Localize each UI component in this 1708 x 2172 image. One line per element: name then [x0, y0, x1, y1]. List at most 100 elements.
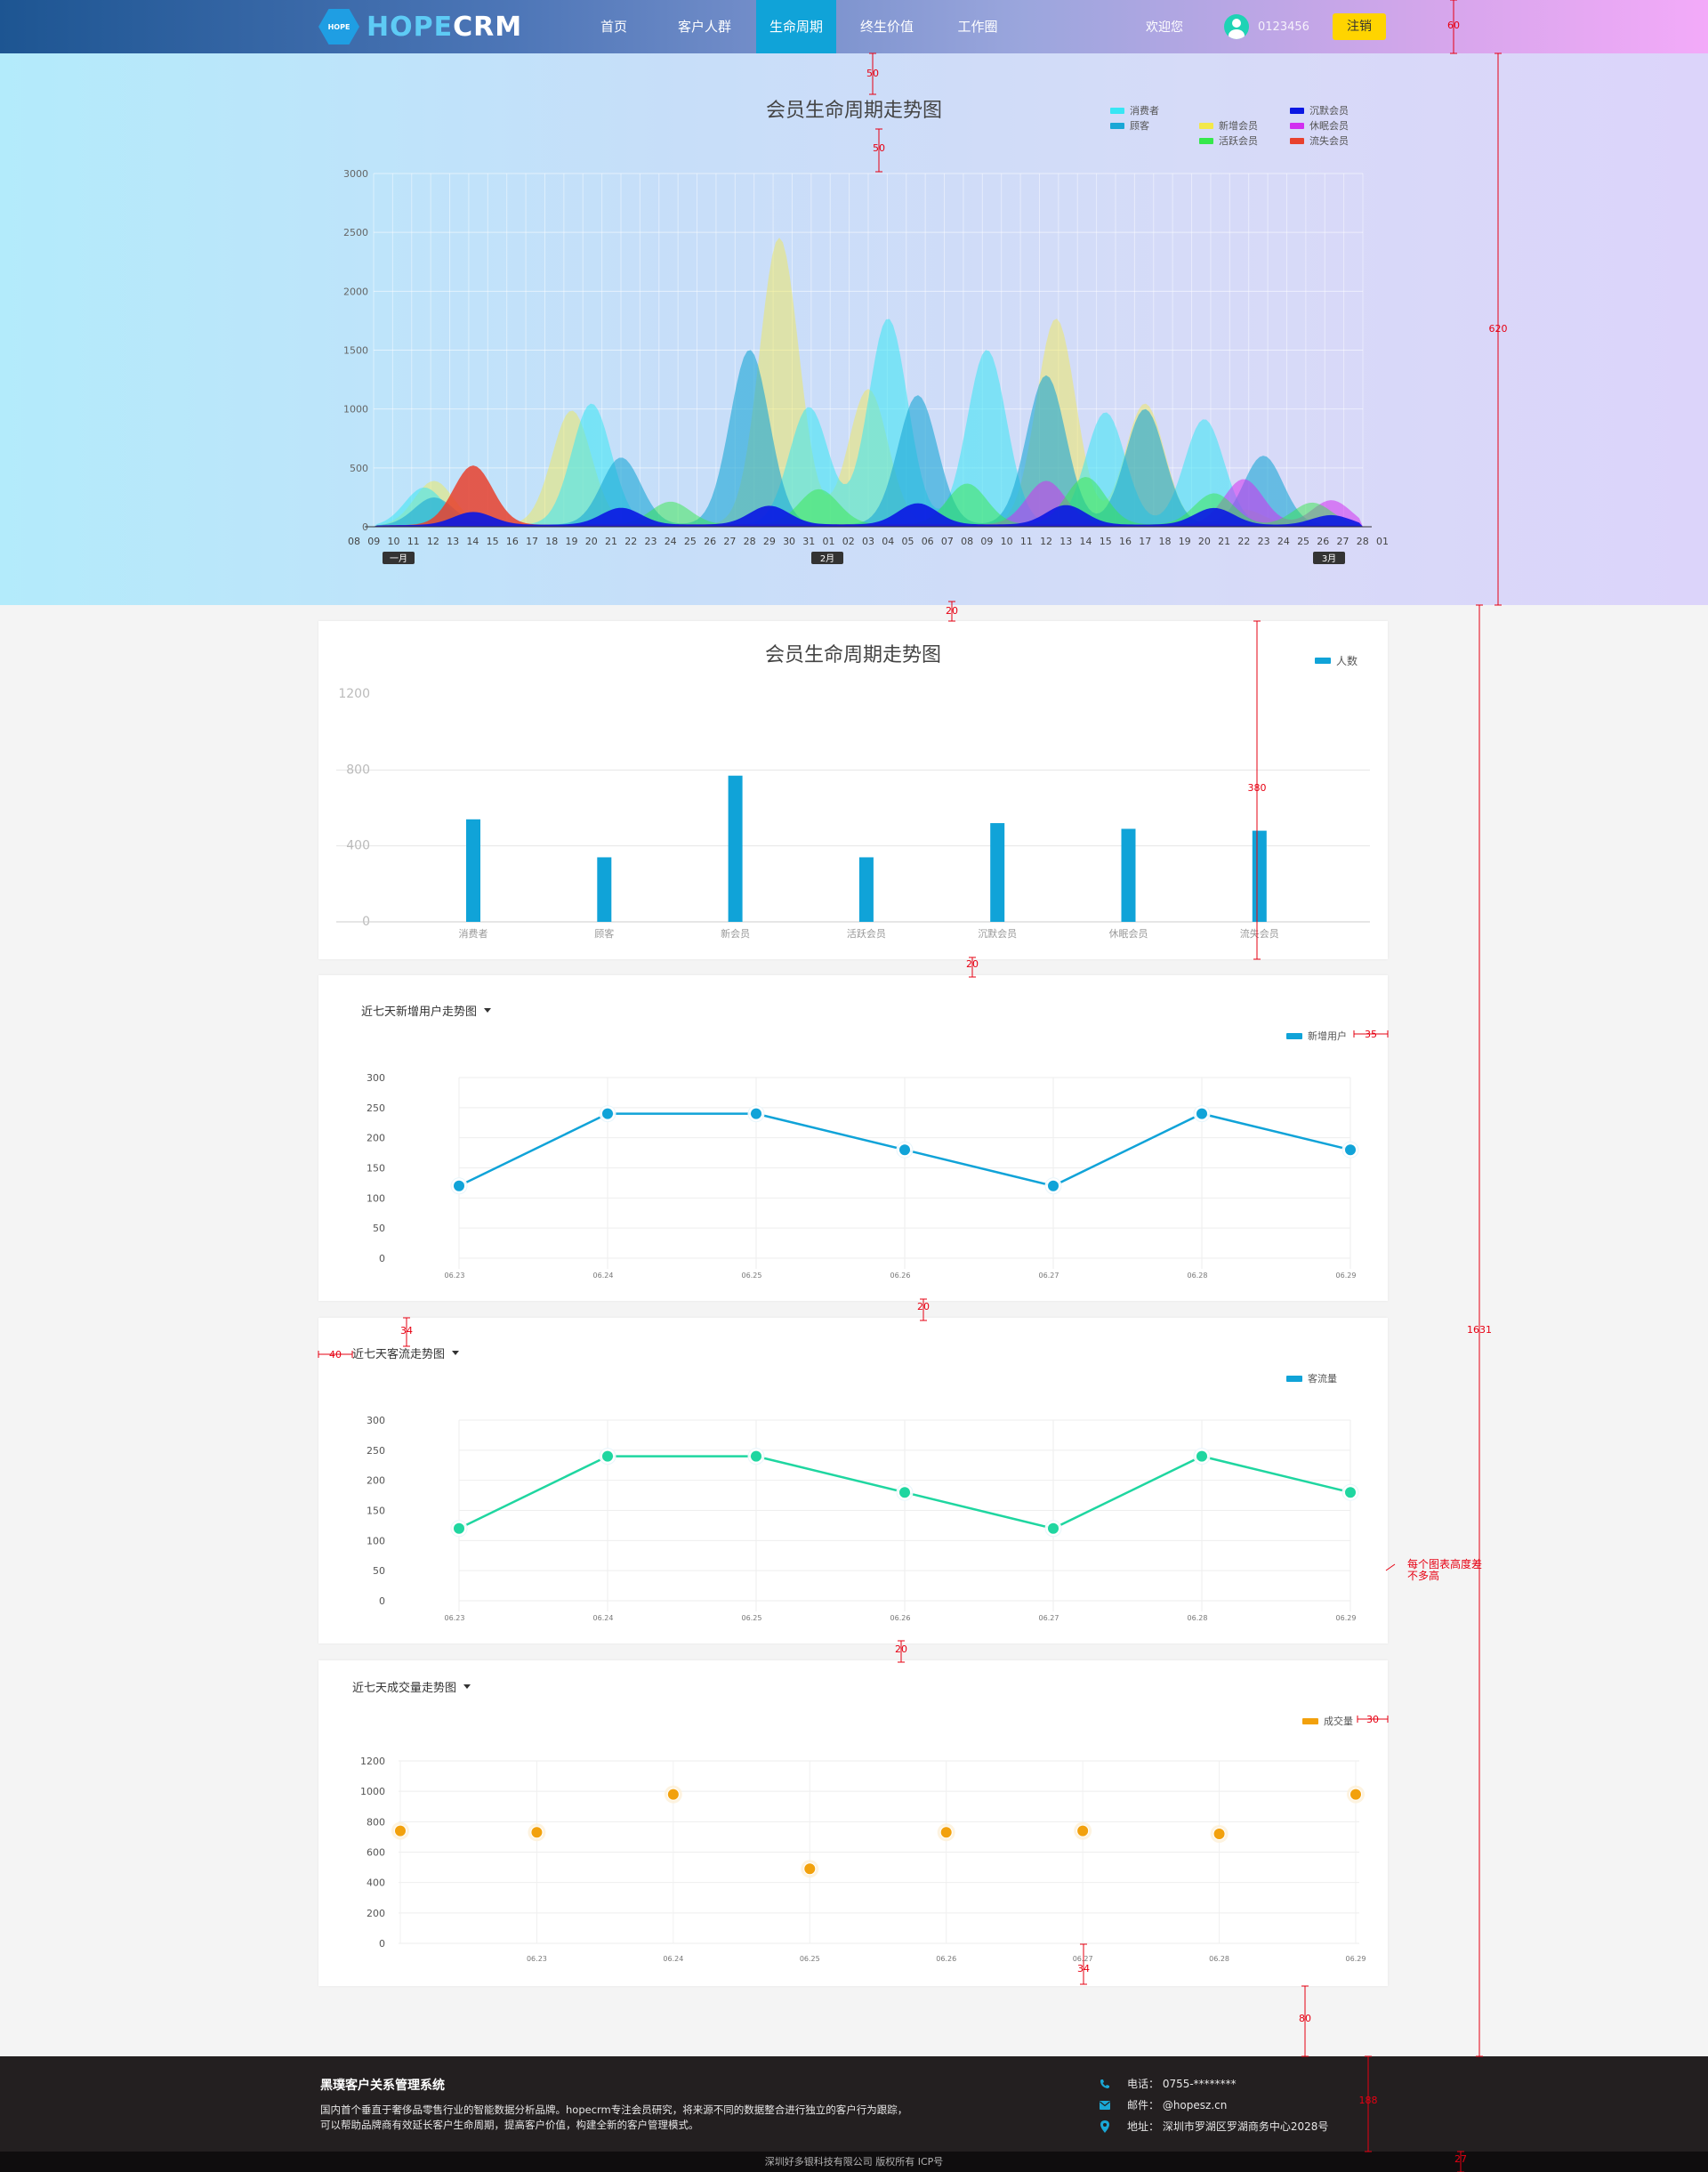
hero-x-tick: 06: [922, 536, 934, 547]
footer-email-text[interactable]: 邮件： @hopesz.cn: [1127, 2097, 1227, 2112]
hero-x-tick: 31: [802, 536, 815, 547]
scatter-y-tick: 400: [367, 1877, 385, 1889]
scatter-x-label: 06.25: [800, 1955, 820, 1963]
hero-x-tick: 22: [1237, 536, 1250, 547]
logo-badge-icon: HOPE: [318, 9, 359, 44]
bar-x-label: 消费者: [459, 927, 488, 940]
dimension-label: 80: [1299, 2013, 1311, 2024]
welcome-text: 欢迎您: [1146, 20, 1183, 35]
nav-home[interactable]: 首页: [575, 0, 653, 53]
hero-x-tick: 24: [1277, 536, 1290, 547]
line-x-label: 06.29: [1336, 1272, 1357, 1280]
hero-x-tick: 16: [506, 536, 519, 547]
hero-x-tick: 25: [684, 536, 697, 547]
hero-month-badge-label: 2月: [820, 553, 834, 564]
dimension-label: 20: [966, 958, 979, 970]
data-point: [602, 1108, 613, 1119]
data-point: [1196, 1108, 1207, 1119]
scatter-x-label: 06.26: [936, 1955, 956, 1963]
copyright-text: 深圳好多银科技有限公司 版权所有 ICP号: [764, 2156, 944, 2168]
hero-x-tick: 08: [348, 536, 360, 547]
footer-phone-text: 电话： 0755-********: [1127, 2078, 1237, 2090]
top-navbar: HOPE HOPECRM 首页 客户人群 生命周期 终生价值 工作圈 欢迎您 0…: [0, 0, 1708, 53]
scatter-point: [1350, 1788, 1361, 1800]
new-users-plot: 300 250 200 150 100 50 0 06.23 06.24 06.25 06.26 06…: [367, 1072, 1359, 1280]
bar-y-tick: 400: [346, 839, 370, 853]
nav-customer-groups[interactable]: 客户人群: [653, 0, 756, 53]
hero-x-tick: 19: [566, 536, 578, 547]
nav-lifecycle[interactable]: 生命周期: [756, 0, 836, 53]
hero-x-tick: 14: [466, 536, 479, 547]
copyright-bar: 深圳好多银科技有限公司 版权所有 ICP号: [0, 2152, 1708, 2172]
data-point: [1048, 1522, 1059, 1534]
data-point: [1048, 1180, 1059, 1191]
line-x-label: 06.28: [1188, 1614, 1208, 1622]
location-pin-icon: [1099, 2120, 1111, 2133]
scatter-y-tick: 600: [367, 1847, 385, 1859]
hero-x-tick: 21: [1218, 536, 1230, 547]
logo-badge-text: HOPE: [327, 22, 350, 31]
hero-x-tick: 12: [1040, 536, 1052, 547]
line-y-tick: 150: [367, 1506, 385, 1517]
bar-x-label: 休眠会员: [1109, 928, 1148, 940]
annotation-note-line-1: 每个图表高度差: [1407, 1557, 1482, 1570]
line-x-label: 06.26: [890, 1614, 911, 1622]
hero-x-tick: 04: [882, 536, 894, 547]
data-point: [899, 1487, 910, 1498]
scatter-x-label: 06.24: [663, 1955, 683, 1963]
hero-x-tick: 20: [585, 536, 598, 547]
deals-plot: 1200 1000 800 600 400 200 0 06.23 06.24 06.25 06.2…: [360, 1756, 1366, 1963]
hopecrm-logo[interactable]: HOPE HOPECRM: [318, 9, 522, 44]
line-x-label: 06.27: [1039, 1272, 1059, 1280]
phone-icon: [1099, 2078, 1111, 2090]
hero-x-tick: 11: [407, 536, 420, 547]
line-y-tick: 0: [379, 1253, 385, 1264]
hero-y-tick: 1500: [343, 345, 368, 357]
line-y-tick: 100: [367, 1535, 385, 1546]
logout-button[interactable]: 注销: [1333, 13, 1386, 40]
footer-description: 国内首个垂直于奢侈品零售行业的智能数据分析品牌。hopecrm专注会员研究，将来…: [320, 2103, 996, 2133]
new-users-line-card: 近七天新增用户走势图 新增用户 300 250 200 150 100 50 0 06.23 0…: [318, 975, 1388, 1301]
nav-lifetime-value[interactable]: 终生价值: [836, 0, 938, 53]
user-profile[interactable]: 0123456: [1224, 14, 1309, 39]
hero-x-tick: 24: [665, 536, 677, 547]
data-point: [602, 1450, 613, 1462]
data-point: [899, 1144, 910, 1156]
scatter-x-label: 06.28: [1209, 1955, 1229, 1963]
hero-y-tick: 3000: [343, 168, 368, 180]
hero-x-tick: 07: [941, 536, 954, 547]
logo-word-b: CRM: [453, 11, 523, 43]
line-y-tick: 200: [367, 1475, 385, 1487]
bar-plot: 12008004000消费者 顾客 新会员 活跃会员 沉默会员 休眠会员 流失会员: [336, 687, 1370, 940]
hero-x-tick: 05: [901, 536, 914, 547]
avatar-icon[interactable]: [1224, 14, 1249, 39]
hero-x-tick: 13: [447, 536, 459, 547]
hero-x-tick: 13: [1059, 536, 1072, 547]
line-y-tick: 0: [379, 1595, 385, 1607]
bar-4: [990, 823, 1005, 922]
hero-y-tick: 1000: [343, 404, 368, 416]
annotation-note-line-2: 不多高: [1407, 1569, 1439, 1582]
line-x-label: 06.27: [1039, 1614, 1059, 1622]
bar-1: [597, 857, 612, 922]
footer-phone: 电话： 0755-********: [1099, 2076, 1237, 2091]
bar-y-tick: 800: [346, 763, 370, 777]
scatter-y-tick: 800: [367, 1816, 385, 1828]
logo-wordmark: HOPECRM: [367, 12, 522, 43]
scatter-point: [940, 1827, 952, 1838]
traffic-line-card: 近七天客流走势图 客流量 300 250 200 150 100 50 0 06.23 06.2…: [318, 1318, 1388, 1643]
dimension-label: 20: [895, 1643, 907, 1655]
footer-email: 邮件： @hopesz.cn: [1099, 2097, 1227, 2112]
hero-x-tick: 30: [783, 536, 795, 547]
scatter-y-tick: 1200: [360, 1756, 385, 1767]
hero-x-tick: 28: [744, 536, 756, 547]
scatter-point: [804, 1863, 816, 1875]
hero-x-tick: 10: [1001, 536, 1013, 547]
hero-y-tick: 500: [350, 463, 368, 474]
scatter-x-label: 06.23: [527, 1955, 547, 1963]
hero-x-tick: 29: [763, 536, 776, 547]
hero-x-tick: 27: [1337, 536, 1349, 547]
nav-work-circle[interactable]: 工作圈: [938, 0, 1018, 53]
hero-x-tick: 18: [1158, 536, 1171, 547]
scatter-point: [1213, 1829, 1225, 1839]
